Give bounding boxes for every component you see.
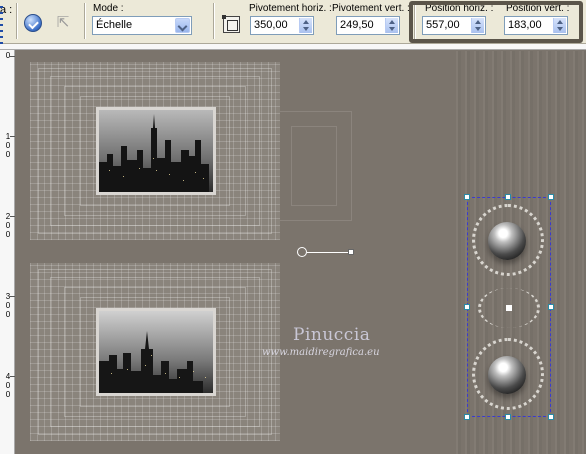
resize-handle-e[interactable]: [548, 304, 554, 310]
ruler-label-400: 400: [5, 372, 11, 399]
scale-mode-icon[interactable]: [222, 15, 240, 33]
pivot-v-value: 249,50: [340, 19, 374, 31]
toolbar-separator: [213, 3, 215, 39]
image-canvas[interactable]: Pinuccia www.maidiregrafica.eu: [16, 51, 586, 454]
mode-value: Échelle: [96, 19, 133, 31]
rotation-handle[interactable]: [348, 249, 354, 255]
resize-handle-s[interactable]: [505, 414, 511, 420]
toolbar-separator: [84, 3, 86, 39]
selected-decoration[interactable]: [464, 194, 554, 420]
pivot-h-label: Pivotement horiz. :: [249, 3, 332, 14]
city-skyline-graphic: [99, 110, 213, 192]
toolbar-gripper[interactable]: [0, 6, 3, 46]
ruler-label-0: 0: [5, 51, 11, 60]
chevron-down-icon[interactable]: [175, 18, 190, 33]
center-handle[interactable]: [506, 305, 512, 311]
pivot-point-handle[interactable]: [297, 247, 307, 257]
ruler-label-200: 200: [5, 212, 11, 239]
city-skyline-image: [96, 308, 216, 396]
watermark-name: Pinuccia: [293, 325, 371, 345]
framed-photo-bottom[interactable]: [30, 263, 280, 441]
apply-icon[interactable]: [24, 14, 42, 32]
ghost-frame: [291, 126, 337, 206]
pivot-h-field[interactable]: 350,00: [250, 16, 314, 35]
pivot-v-field[interactable]: 249,50: [336, 16, 400, 35]
metal-ball-bottom: [488, 356, 526, 394]
ruler-label-100: 100: [5, 132, 11, 159]
resize-handle-sw[interactable]: [464, 414, 470, 420]
tool-options-bar: a : ⇱ Mode : Échelle Pivotement horiz. :…: [0, 0, 586, 46]
metal-ball-top: [488, 222, 526, 260]
toolbar-separator: [16, 3, 18, 39]
framed-photo-top[interactable]: [30, 62, 280, 240]
mode-select[interactable]: Échelle: [92, 16, 192, 35]
resize-handle-se[interactable]: [548, 414, 554, 420]
pivot-v-label: Pivotement vert. :: [332, 3, 410, 14]
mode-label: Mode :: [93, 3, 124, 14]
city-skyline-graphic: [99, 311, 213, 393]
pivot-h-value: 350,00: [254, 19, 288, 31]
position-highlight-box: [409, 1, 583, 43]
pick-tool-icon[interactable]: ⇱: [53, 13, 73, 33]
horizontal-ruler: [0, 44, 586, 50]
resize-handle-ne[interactable]: [548, 194, 554, 200]
resize-handle-n[interactable]: [505, 194, 511, 200]
ruler-label-300: 300: [5, 292, 11, 319]
rotation-handle-line: [307, 252, 350, 253]
resize-handle-nw[interactable]: [464, 194, 470, 200]
city-skyline-image: [96, 107, 216, 195]
watermark-url: www.maidiregrafica.eu: [262, 347, 380, 358]
spin-arrows-icon[interactable]: [299, 18, 312, 33]
spin-arrows-icon[interactable]: [385, 18, 398, 33]
vertical-ruler: 0 100 200 300 400: [0, 50, 15, 454]
resize-handle-w[interactable]: [464, 304, 470, 310]
